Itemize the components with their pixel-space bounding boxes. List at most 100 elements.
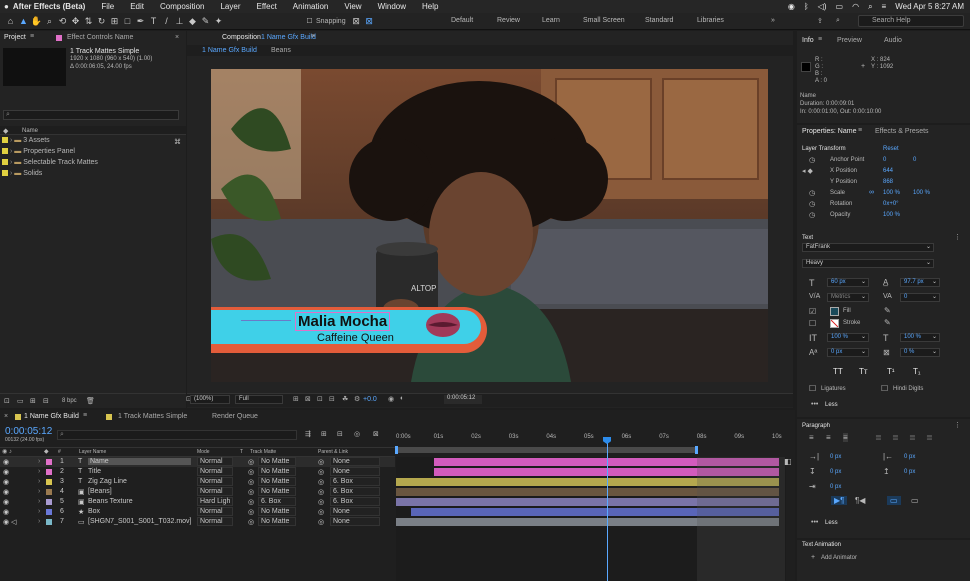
composition-menu-icon[interactable]: ≡	[311, 33, 315, 40]
audio-icon[interactable]: ◁	[11, 518, 16, 526]
selection-tool-icon[interactable]: ▲	[17, 16, 30, 26]
parent-dropdown[interactable]: None	[330, 507, 380, 516]
fill-eyedropper-icon[interactable]: ✎	[884, 306, 891, 315]
align-center-icon[interactable]: ≡	[826, 433, 831, 442]
work-area-start-handle[interactable]	[395, 446, 398, 454]
grid-guides-icon[interactable]: ⊟	[329, 395, 335, 403]
expand-chevron-icon[interactable]: ›	[38, 498, 40, 505]
dolly-tool-icon[interactable]: ⇅	[82, 16, 95, 27]
eye-icon[interactable]: ◉	[3, 468, 9, 476]
workspace-default[interactable]: Default	[451, 17, 473, 24]
layer-row[interactable]: ◉ › 6 ★ Box Normal ◎ No Matte ◎ None	[0, 507, 395, 517]
tab-effects-presets[interactable]: Effects & Presets	[875, 128, 929, 135]
opacity-value[interactable]: 100 %	[883, 212, 900, 218]
share-icon[interactable]: ⇪	[817, 17, 823, 25]
brush-tool-icon[interactable]: /	[160, 16, 173, 26]
mode-dropdown[interactable]: Normal	[197, 467, 233, 476]
track-matte-dropdown[interactable]: 6. Box	[258, 497, 296, 506]
volume-icon[interactable]: ◁)	[818, 2, 827, 11]
workspace-overflow-icon[interactable]: »	[771, 17, 775, 24]
pick-whip-icon[interactable]: ◎	[318, 458, 324, 466]
layer-row[interactable]: ◉ › 3 T Zig Zag Line Normal ◎ No Matte ◎ 6. Box	[0, 477, 395, 487]
parent-dropdown[interactable]: None	[330, 457, 380, 466]
puppet-tool-icon[interactable]: ✦	[212, 16, 225, 27]
composition-viewer[interactable]: ALTOP Malia Mocha Caffeine Queen	[211, 69, 768, 382]
font-style-dropdown[interactable]: Heavy ⌄	[802, 259, 934, 268]
reset-link[interactable]: Reset	[883, 146, 899, 152]
roto-brush-tool-icon[interactable]: ✎	[199, 16, 212, 27]
interpret-footage-icon[interactable]: ⊡	[4, 397, 10, 405]
home-icon[interactable]: ⌂	[4, 16, 17, 26]
stopwatch-icon[interactable]: ◷	[809, 200, 815, 208]
pick-whip-icon[interactable]: ◎	[318, 488, 324, 496]
list-item[interactable]: › ▬ Solids	[2, 170, 42, 177]
mask-visibility-icon[interactable]: ⊡	[317, 395, 323, 403]
lower-third-name[interactable]: Malia Mocha	[294, 312, 391, 331]
track-matte-dropdown[interactable]: No Matte	[258, 507, 296, 516]
panel-menu-icon[interactable]: ≡	[30, 33, 34, 40]
constrain-proportions-icon[interactable]: ∞	[869, 189, 874, 196]
clone-stamp-tool-icon[interactable]: ⊥	[173, 16, 186, 27]
pick-whip-icon[interactable]: ◎	[318, 468, 324, 476]
expand-chevron-icon[interactable]: ›	[38, 488, 40, 495]
menu-composition[interactable]: Composition	[152, 2, 212, 11]
pan-behind-tool-icon[interactable]: ⊞	[108, 16, 121, 27]
paragraph-menu-icon[interactable]: ⋮	[954, 421, 961, 429]
layer-name[interactable]: [SHGN7_S001_S001_T032.mov]	[88, 518, 192, 525]
stroke-eyedropper-icon[interactable]: ✎	[884, 318, 891, 327]
align-left-icon[interactable]: ≡	[809, 433, 814, 442]
ltr-direction-button[interactable]: ▶¶	[831, 496, 848, 505]
eraser-tool-icon[interactable]: ◆	[186, 16, 199, 27]
layer-label-swatch[interactable]	[46, 519, 52, 525]
draft-3d-icon[interactable]: ⇶	[305, 430, 311, 438]
menu-animation[interactable]: Animation	[285, 2, 337, 11]
mode-dropdown[interactable]: Hard Ligh	[197, 497, 233, 506]
properties-menu-icon[interactable]: ≡	[858, 127, 862, 134]
ligatures-checkbox[interactable]: ☐	[809, 384, 816, 393]
list-item[interactable]: › ▬ Selectable Track Mattes	[2, 159, 98, 166]
layer-row[interactable]: ◉ › 5 ▣ Beans Texture Hard Ligh ◎ 6. Box ◎ 6. Box	[0, 497, 395, 507]
viewer-timecode[interactable]: 0:00:05:12	[444, 395, 482, 404]
eye-icon[interactable]: ◉	[3, 498, 9, 506]
pan-tool-icon[interactable]: ✥	[69, 16, 82, 27]
snap-grid-icon[interactable]: ⊠	[363, 16, 376, 27]
layer-label-swatch[interactable]	[46, 479, 52, 485]
eye-icon[interactable]: ◉	[3, 518, 9, 526]
vertical-scale-field[interactable]: 100 % ⌄	[827, 333, 869, 342]
track-matte-dropdown[interactable]: No Matte	[258, 517, 296, 526]
expand-chevron-icon[interactable]: ›	[38, 518, 40, 525]
track-matte-link-icon[interactable]: ◎	[248, 468, 254, 476]
eye-icon[interactable]: ◉	[3, 508, 9, 516]
expand-chevron-icon[interactable]: ›	[38, 468, 40, 475]
snap-options-icon[interactable]: ⊠	[350, 16, 363, 27]
text-section-menu-icon[interactable]: ⋮	[954, 233, 961, 241]
scale-x[interactable]: 100 %	[883, 190, 900, 196]
wifi-icon[interactable]: ◠	[852, 2, 859, 11]
layer-name[interactable]: [Beans]	[88, 488, 112, 495]
shy-layers-icon[interactable]: ⊞	[321, 430, 327, 438]
align-right-icon[interactable]: ≡	[843, 433, 848, 442]
apple-icon[interactable]: ●	[0, 2, 11, 11]
tab-audio[interactable]: Audio	[884, 37, 902, 44]
paragraph-less-button[interactable]: Less	[825, 520, 838, 526]
track-matte-link-icon[interactable]: ◎	[248, 478, 254, 486]
show-snapshot-icon[interactable]: ◐	[400, 395, 404, 402]
y-position-value[interactable]: 868	[883, 179, 893, 185]
layer-name[interactable]: Title	[88, 468, 101, 475]
menu-layer[interactable]: Layer	[212, 2, 248, 11]
track-matte-link-icon[interactable]: ◎	[248, 518, 254, 526]
zoom-tool-icon[interactable]: ⌕	[43, 16, 56, 27]
track-matte-dropdown[interactable]: No Matte	[258, 467, 296, 476]
expand-chevron-icon[interactable]: ›	[38, 478, 40, 485]
layer-row[interactable]: ◉ ◁ › 7 ▭ [SHGN7_S001_S001_T032.mov] Normal ◎ No…	[0, 517, 395, 527]
layer-name[interactable]: Beans Texture	[88, 498, 133, 505]
horizontal-scale-field[interactable]: 100 % ⌄	[900, 333, 940, 342]
text-less-button[interactable]: Less	[825, 402, 838, 408]
stopwatch-icon[interactable]: ◷	[809, 156, 815, 164]
justify-center-icon[interactable]: ≣	[892, 433, 899, 442]
layer-name[interactable]: Zig Zag Line	[88, 478, 127, 485]
menu-clock[interactable]: Wed Apr 5 8:27 AM	[895, 2, 964, 11]
composition-tab-name[interactable]: 1 Name Gfx Build	[261, 34, 316, 41]
keyframe-nav-icon[interactable]: ◂ ◆	[802, 167, 813, 175]
superscript-button[interactable]: T¹	[887, 367, 895, 376]
